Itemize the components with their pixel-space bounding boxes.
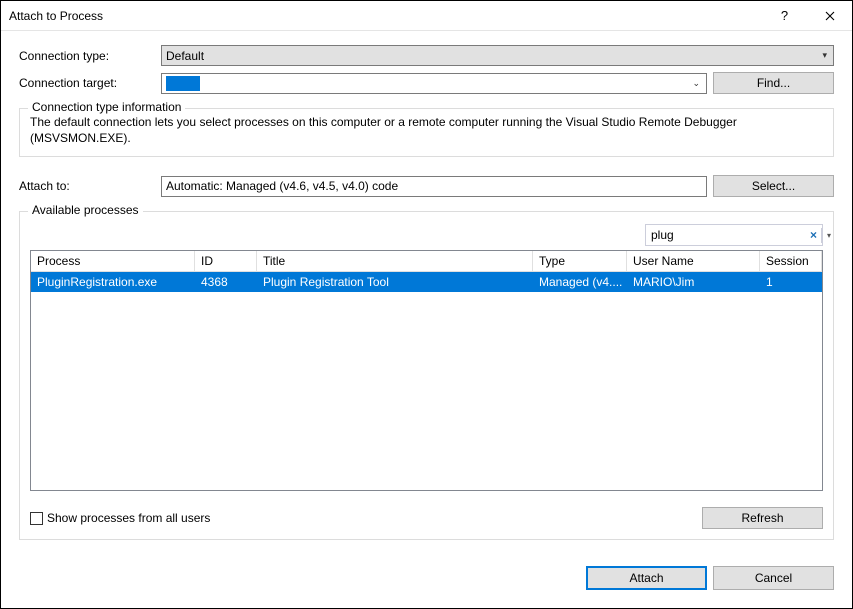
process-table: Process ID Title Type User Name Session … <box>30 250 823 491</box>
dialog-footer: Attach Cancel <box>1 554 852 608</box>
cancel-button[interactable]: Cancel <box>713 566 834 590</box>
connection-type-info-title: Connection type information <box>28 100 185 114</box>
connection-type-dropdown[interactable]: Default ▾ <box>161 45 834 66</box>
titlebar: Attach to Process ? <box>1 1 852 31</box>
connection-type-row: Connection type: Default ▾ <box>19 45 834 66</box>
select-button[interactable]: Select... <box>713 175 834 197</box>
refresh-button[interactable]: Refresh <box>702 507 823 529</box>
chevron-down-icon: ⌄ <box>692 78 702 89</box>
filter-input[interactable] <box>651 228 806 242</box>
connection-target-label: Connection target: <box>19 76 161 90</box>
dialog-body: Connection type: Default ▾ Connection ta… <box>1 31 852 554</box>
cell-type: Managed (v4.... <box>533 272 627 292</box>
available-processes-title: Available processes <box>28 203 143 217</box>
available-processes-group: Available processes × ▾ Process ID Title… <box>19 211 834 540</box>
cell-user: MARIO\Jim <box>627 272 760 292</box>
col-header-id[interactable]: ID <box>195 251 257 271</box>
cell-process: PluginRegistration.exe <box>31 272 195 292</box>
connection-target-combo[interactable]: ⌄ <box>161 73 707 94</box>
show-all-users-checkbox[interactable]: Show processes from all users <box>30 511 210 525</box>
find-button[interactable]: Find... <box>713 72 834 94</box>
show-all-users-label: Show processes from all users <box>47 511 210 525</box>
dialog-title: Attach to Process <box>9 9 762 23</box>
cell-id: 4368 <box>195 272 257 292</box>
connection-type-info-group: Connection type information The default … <box>19 108 834 157</box>
cell-session: 1 <box>760 272 822 292</box>
filter-box[interactable]: × ▾ <box>645 224 823 246</box>
help-button[interactable]: ? <box>762 1 807 30</box>
col-header-session[interactable]: Session <box>760 251 822 271</box>
close-button[interactable] <box>807 1 852 30</box>
connection-target-selection <box>166 76 200 91</box>
attach-button[interactable]: Attach <box>586 566 707 590</box>
connection-type-info-text: The default connection lets you select p… <box>30 115 823 146</box>
table-row[interactable]: PluginRegistration.exe 4368 Plugin Regis… <box>31 272 822 292</box>
col-header-user[interactable]: User Name <box>627 251 760 271</box>
attach-to-label: Attach to: <box>19 179 161 193</box>
connection-type-label: Connection type: <box>19 49 161 63</box>
chevron-down-icon: ▾ <box>822 50 829 61</box>
clear-filter-icon[interactable]: × <box>808 228 819 242</box>
filter-options-icon[interactable]: ▾ <box>821 228 833 243</box>
attach-to-row: Attach to: Automatic: Managed (v4.6, v4.… <box>19 175 834 197</box>
connection-target-row: Connection target: ⌄ Find... <box>19 72 834 94</box>
attach-to-process-dialog: Attach to Process ? Connection type: Def… <box>0 0 853 609</box>
filter-row: × ▾ <box>30 224 823 246</box>
table-header: Process ID Title Type User Name Session <box>31 251 822 272</box>
checkbox-box-icon <box>30 512 43 525</box>
col-header-title[interactable]: Title <box>257 251 533 271</box>
connection-type-value: Default <box>166 49 204 63</box>
col-header-type[interactable]: Type <box>533 251 627 271</box>
cell-title: Plugin Registration Tool <box>257 272 533 292</box>
close-icon <box>825 11 835 21</box>
attach-to-field: Automatic: Managed (v4.6, v4.5, v4.0) co… <box>161 176 707 197</box>
attach-to-value: Automatic: Managed (v4.6, v4.5, v4.0) co… <box>166 179 398 193</box>
col-header-process[interactable]: Process <box>31 251 195 271</box>
below-table-row: Show processes from all users Refresh <box>30 507 823 529</box>
